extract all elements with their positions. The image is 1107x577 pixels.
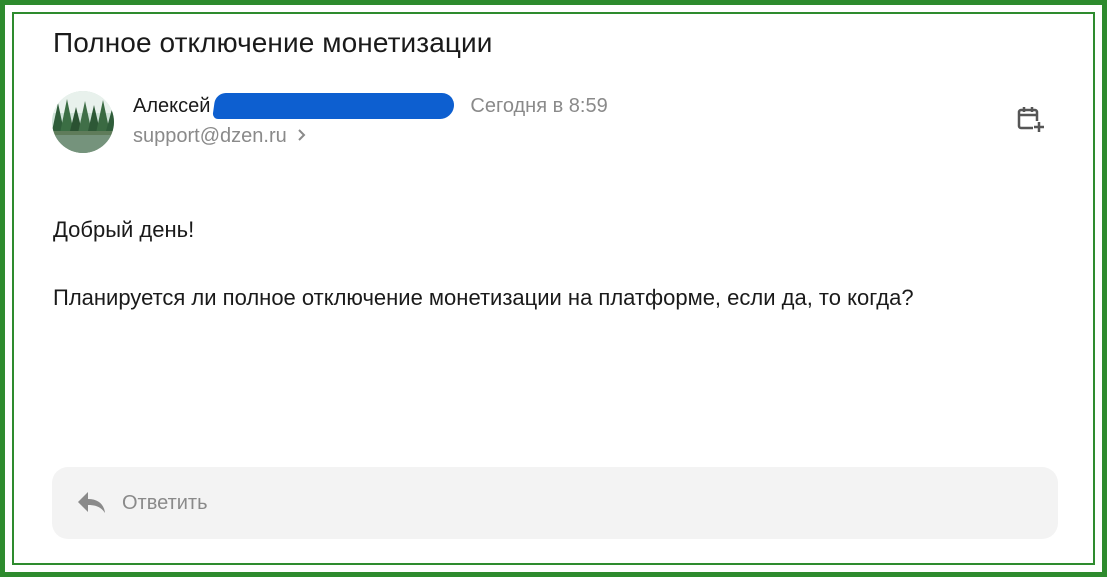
reply-arrow-icon: [76, 490, 108, 516]
redaction-mark: [212, 93, 457, 119]
screenshot-frame: Полное отключение монетизации Алексей Се…: [0, 0, 1107, 577]
reply-label: Ответить: [122, 491, 208, 514]
chevron-right-icon[interactable]: [297, 125, 307, 148]
message-date: Сегодня в 8:59: [470, 94, 608, 117]
reply-button[interactable]: Ответить: [52, 467, 1058, 539]
sender-name[interactable]: Алексей: [133, 95, 210, 118]
sender-email[interactable]: support@dzen.ru: [133, 125, 287, 148]
sender-email-row[interactable]: support@dzen.ru: [133, 125, 307, 148]
message-subject: Полное отключение монетизации: [53, 27, 493, 58]
calendar-add-icon[interactable]: [1017, 105, 1045, 133]
body-paragraph-question: Планируется ли полное отключение монетиз…: [53, 285, 914, 310]
sender-avatar[interactable]: [52, 91, 114, 153]
body-paragraph-greeting: Добрый день!: [53, 217, 195, 242]
sender-line: Алексей Сегодня в 8:59: [133, 93, 608, 119]
message-body: Добрый день! Планируется ли полное отклю…: [53, 213, 1033, 349]
